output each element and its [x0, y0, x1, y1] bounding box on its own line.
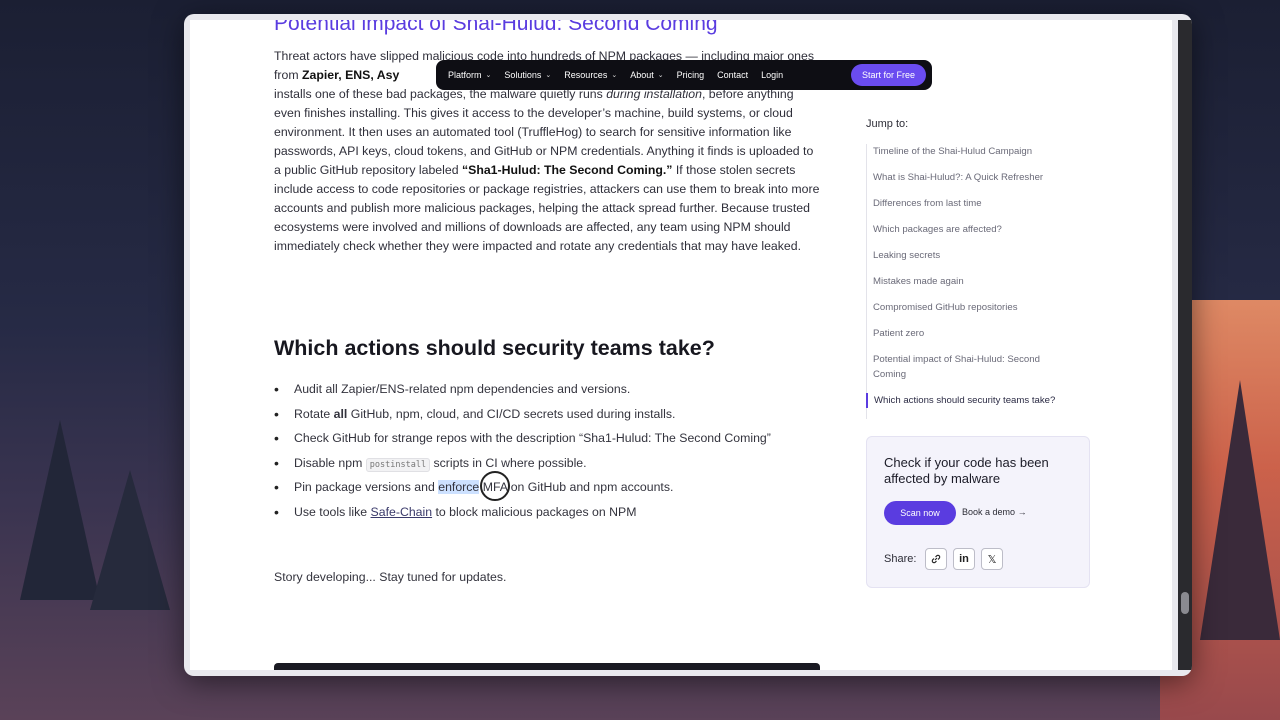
nav-label: About: [630, 70, 654, 80]
scan-now-button[interactable]: Scan now: [884, 501, 956, 525]
previous-section-heading: Potential impact of Shai-Hulud: Second C…: [274, 20, 718, 35]
list-item: Audit all Zapier/ENS-related npm depende…: [274, 380, 771, 405]
nav-label: Resources: [564, 70, 608, 80]
malware-check-card: Check if your code has been affected by …: [866, 436, 1090, 588]
list-item: Check GitHub for strange repos with the …: [274, 429, 771, 454]
book-demo-link[interactable]: Book a demo →: [962, 507, 1027, 517]
table-of-contents: Timeline of the Shai-Hulud Campaign What…: [866, 144, 1096, 419]
list-item-text: Check GitHub for strange repos with the …: [294, 431, 771, 446]
list-item-text: Rotate: [294, 406, 334, 421]
chevron-down-icon: ⌄: [485, 72, 492, 79]
book-demo-label: Book a demo: [962, 507, 1016, 517]
cursor-ring-icon: [480, 471, 510, 501]
paragraph-bold-text: “Sha1-Hulud: The Second Coming.”: [461, 163, 673, 177]
tree-silhouette: [20, 420, 100, 600]
footer-edge: [274, 663, 820, 670]
tree-silhouette: [1200, 380, 1280, 640]
chevron-down-icon: ⌄: [611, 72, 618, 79]
toc-item[interactable]: Compromised GitHub repositories: [867, 300, 1096, 315]
nav-login[interactable]: Login: [761, 70, 783, 80]
toc-item[interactable]: What is Shai-Hulud?: A Quick Refresher: [867, 170, 1096, 185]
list-item-text: Disable npm: [294, 455, 366, 470]
linkedin-glyph: in: [959, 553, 969, 565]
list-item: Rotate all GitHub, npm, cloud, and CI/CD…: [274, 405, 771, 430]
toc-item[interactable]: Differences from last time: [867, 196, 1096, 211]
section-heading: Which actions should security teams take…: [274, 336, 715, 360]
jump-to-label: Jump to:: [866, 118, 909, 130]
safe-chain-link[interactable]: Safe-Chain: [371, 505, 433, 519]
inline-code: postinstall: [365, 457, 431, 472]
arrow-right-icon: →: [1017, 507, 1027, 517]
list-item-text: to block malicious packages on NPM: [432, 504, 637, 519]
web-page: Potential impact of Shai-Hulud: Second C…: [190, 20, 1172, 670]
list-item-text: GitHub, npm, cloud, and CI/CD secrets us…: [347, 406, 676, 421]
link-icon[interactable]: [925, 548, 947, 570]
story-developing-text: Story developing... Stay tuned for updat…: [274, 570, 507, 584]
x-glyph: 𝕏: [987, 553, 997, 566]
nav-pricing[interactable]: Pricing: [677, 70, 705, 80]
toc-item[interactable]: Which packages are affected?: [867, 222, 1096, 237]
top-navbar: Platform ⌄ Solutions ⌄ Resources ⌄ About ⌄ P…: [436, 60, 932, 90]
nav-label: Contact: [717, 70, 749, 80]
nav-label: Solutions: [504, 70, 542, 80]
toc-item[interactable]: Patient zero: [867, 326, 1096, 341]
nav-platform[interactable]: Platform ⌄: [448, 70, 491, 80]
nav-label: Pricing: [676, 70, 705, 80]
toc-item[interactable]: Potential impact of Shai-Hulud: Second C…: [867, 352, 1067, 382]
action-list: Audit all Zapier/ENS-related npm depende…: [274, 380, 771, 528]
list-item-text: Use tools like: [294, 504, 371, 519]
list-item: Pin package versions and enforce MFA on …: [274, 478, 771, 503]
tree-silhouette: [90, 470, 170, 610]
toc-item-active[interactable]: Which actions should security teams take…: [866, 393, 1096, 408]
chevron-down-icon: ⌄: [545, 72, 552, 79]
nav-label: Platform: [448, 70, 482, 80]
scrollbar[interactable]: [1178, 20, 1192, 670]
list-item-text: Pin package versions and: [294, 480, 439, 495]
nav-label: Login: [761, 70, 784, 80]
toc-item[interactable]: Mistakes made again: [867, 274, 1096, 289]
linkedin-icon[interactable]: in: [953, 548, 975, 570]
nav-solutions[interactable]: Solutions ⌄: [504, 70, 551, 80]
list-item-text: Audit all Zapier/ENS-related npm depende…: [294, 382, 631, 396]
link-icon-svg: [931, 554, 941, 564]
chevron-down-icon: ⌄: [657, 72, 664, 79]
list-item-text: scripts in CI where possible.: [430, 455, 587, 470]
share-label: Share:: [884, 553, 917, 565]
toc-item[interactable]: Timeline of the Shai-Hulud Campaign: [867, 144, 1096, 159]
list-item-bold: all: [333, 406, 348, 421]
scrollbar-thumb[interactable]: [1181, 592, 1189, 614]
list-item: Disable npm postinstall scripts in CI wh…: [274, 454, 771, 479]
card-title: Check if your code has been affected by …: [884, 455, 1049, 486]
selected-text[interactable]: enforce: [438, 480, 480, 495]
nav-contact[interactable]: Contact: [717, 70, 748, 80]
nav-about[interactable]: About ⌄: [630, 70, 663, 80]
nav-resources[interactable]: Resources ⌄: [564, 70, 617, 80]
x-icon[interactable]: 𝕏: [981, 548, 1003, 570]
paragraph-bold-text: Zapier, ENS, Asy: [302, 68, 400, 82]
browser-window: Potential impact of Shai-Hulud: Second C…: [184, 14, 1192, 676]
toc-item[interactable]: Leaking secrets: [867, 248, 1096, 263]
start-for-free-button[interactable]: Start for Free: [850, 64, 926, 86]
list-item: Use tools like Safe-Chain to block malic…: [274, 503, 771, 528]
